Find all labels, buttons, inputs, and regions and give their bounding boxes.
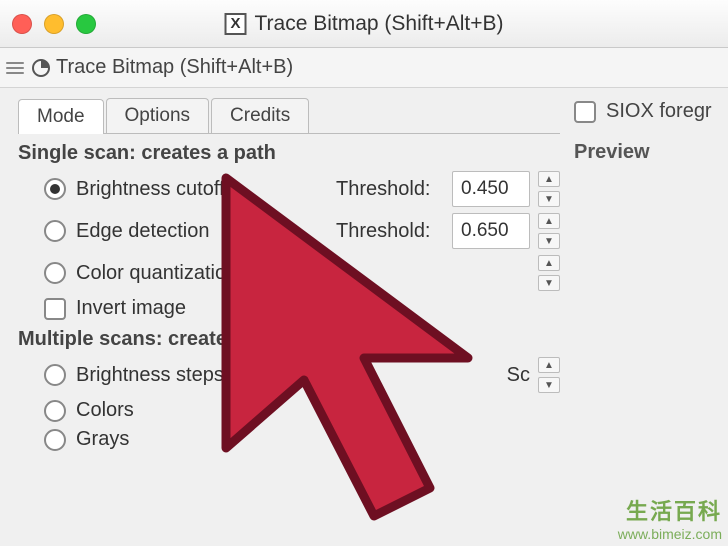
colors-radio[interactable] [44,400,66,422]
close-icon[interactable] [12,14,32,34]
multiple-scans-heading: Multiple scans: creates a [18,328,560,351]
brightness-steps-row: Brightness steps Sc ▲ ▼ [18,357,560,393]
edge-detection-label: Edge detection [76,220,326,243]
edge-threshold-input[interactable]: 0.650 [452,213,530,249]
tab-options[interactable]: Options [106,98,209,133]
edge-threshold-spinner: ▲ ▼ [538,213,560,249]
edge-detection-radio[interactable] [44,220,66,242]
window-title: Trace Bitmap (Shift+Alt+B) [255,12,504,36]
tab-credits[interactable]: Credits [211,98,309,133]
colorq-spinner-group: ▲ ▼ [538,255,560,291]
window-title-group: X Trace Bitmap (Shift+Alt+B) [225,12,504,36]
color-quantization-radio[interactable] [44,262,66,284]
brightness-steps-label: Brightness steps [76,364,497,387]
color-quantization-label: Color quantization [76,262,528,285]
watermark-cn: 生活百科 [618,494,722,526]
siox-row: SIOX foregr [574,100,722,123]
grays-radio[interactable] [44,429,66,451]
window-controls [12,14,96,34]
spinner-up-icon[interactable]: ▲ [538,357,560,373]
preview-label: Preview [574,141,722,164]
single-scan-heading: Single scan: creates a path [18,142,560,165]
grays-row: Grays [18,428,560,451]
brightness-steps-spinner: ▲ ▼ [538,357,560,393]
invert-image-label: Invert image [76,297,560,320]
colors-label: Colors [76,399,560,422]
invert-image-checkbox[interactable] [44,298,66,320]
watermark: 生活百科 www.bimeiz.com [618,494,722,542]
color-quantization-row: Color quantization ▲ ▼ [18,255,560,291]
brightness-steps-radio[interactable] [44,364,66,386]
tab-strip: Mode Options Credits [18,98,560,134]
spinner-down-icon[interactable]: ▼ [538,191,560,207]
spinner-down-icon[interactable]: ▼ [538,275,560,291]
tab-mode[interactable]: Mode [18,99,104,134]
spinner-up-icon[interactable]: ▲ [538,255,560,271]
edge-detection-row: Edge detection Threshold: 0.650 ▲ ▼ [18,213,560,249]
grip-icon[interactable] [6,55,24,81]
spinner-down-icon[interactable]: ▼ [538,233,560,249]
palette-header: Trace Bitmap (Shift+Alt+B) [0,48,728,88]
document-icon: X [225,13,247,35]
brightness-cutoff-row: Brightness cutoff Threshold: 0.450 ▲ ▼ [18,171,560,207]
palette-title: Trace Bitmap (Shift+Alt+B) [56,56,293,79]
brightness-cutoff-label: Brightness cutoff [76,178,326,201]
brightness-threshold-input[interactable]: 0.450 [452,171,530,207]
edge-threshold-group: Threshold: 0.650 ▲ ▼ [336,213,560,249]
siox-label: SIOX foregr [606,100,712,123]
titlebar: X Trace Bitmap (Shift+Alt+B) [0,0,728,48]
watermark-url: www.bimeiz.com [618,526,722,542]
main-area: Mode Options Credits Single scan: create… [0,88,728,546]
invert-image-row: Invert image [18,297,560,320]
scans-label-fragment: Sc [507,364,530,387]
brightness-steps-group: Sc ▲ ▼ [507,357,560,393]
spinner-up-icon[interactable]: ▲ [538,171,560,187]
spinner-up-icon[interactable]: ▲ [538,213,560,229]
zoom-icon[interactable] [76,14,96,34]
spinner-down-icon[interactable]: ▼ [538,377,560,393]
grays-label: Grays [76,428,560,451]
minimize-icon[interactable] [44,14,64,34]
brightness-cutoff-radio[interactable] [44,178,66,200]
mode-panel: Mode Options Credits Single scan: create… [0,88,568,546]
siox-checkbox[interactable] [574,101,596,123]
brightness-threshold-group: Threshold: 0.450 ▲ ▼ [336,171,560,207]
trace-bitmap-icon [30,57,52,79]
colorq-spinner: ▲ ▼ [538,255,560,291]
threshold-label: Threshold: [336,178,444,201]
right-panel: SIOX foregr Preview [568,88,728,546]
colors-row: Colors [18,399,560,422]
brightness-threshold-spinner: ▲ ▼ [538,171,560,207]
threshold-label: Threshold: [336,220,444,243]
